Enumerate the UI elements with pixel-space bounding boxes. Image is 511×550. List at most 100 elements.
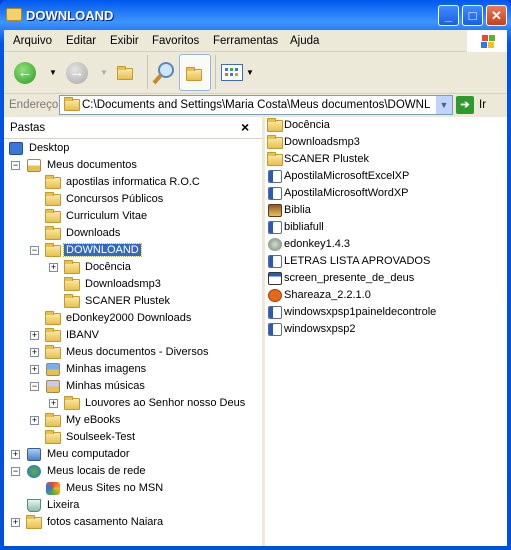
go-arrow-icon[interactable]: ➔ bbox=[456, 96, 474, 114]
folder-icon bbox=[26, 515, 42, 529]
address-value: C:\Documents and Settings\Maria Costa\Me… bbox=[82, 99, 430, 111]
tree-item[interactable]: Meus Sites no MSN bbox=[4, 480, 262, 497]
up-folder-button[interactable] bbox=[117, 66, 133, 80]
tree-item[interactable]: + Docência bbox=[4, 259, 262, 276]
folder-icon bbox=[45, 430, 61, 444]
tree-item[interactable]: Concursos Públicos bbox=[4, 191, 262, 208]
file-item[interactable]: edonkey1.4.3 bbox=[266, 236, 496, 253]
tree-item[interactable]: + Meu computador bbox=[4, 446, 262, 463]
folder-icon bbox=[64, 277, 80, 291]
word-doc-icon bbox=[267, 221, 283, 234]
search-button[interactable] bbox=[152, 61, 176, 85]
file-item[interactable]: Shareaza_2.2.1.0 bbox=[266, 287, 496, 304]
tree-item[interactable]: Lixeira bbox=[4, 497, 262, 514]
menu-ferramentas[interactable]: Ferramentas bbox=[213, 35, 278, 47]
address-input[interactable]: C:\Documents and Settings\Maria Costa\Me… bbox=[59, 95, 453, 115]
back-button[interactable]: ← bbox=[14, 62, 36, 84]
tree-item-label: Concursos Públicos bbox=[66, 193, 164, 205]
address-dropdown-icon[interactable]: ▼ bbox=[436, 96, 452, 114]
computer-icon bbox=[26, 448, 42, 461]
tree-item[interactable]: + fotos casamento Naiara bbox=[4, 514, 262, 531]
tree-item[interactable]: + Louvores ao Senhor nosso Deus bbox=[4, 395, 262, 412]
close-pane-button[interactable]: × bbox=[241, 119, 249, 135]
folders-pane: Pastas × Desktop − Meus documentos apostila… bbox=[4, 117, 262, 546]
tree-item[interactable]: apostilas informatica R.O.C bbox=[4, 174, 262, 191]
tree-item-label: Meus locais de rede bbox=[47, 465, 146, 477]
tree-item-label: Lixeira bbox=[47, 499, 80, 511]
forward-dropdown-icon[interactable]: ▼ bbox=[100, 68, 108, 77]
minimize-button[interactable]: _ bbox=[438, 5, 459, 26]
file-item[interactable]: Downloadsmp3 bbox=[266, 134, 496, 151]
expand-icon[interactable]: + bbox=[49, 263, 58, 272]
menu-arquivo[interactable]: Arquivo bbox=[13, 35, 52, 47]
tree-item[interactable]: Desktop bbox=[4, 140, 262, 157]
expand-icon[interactable]: + bbox=[11, 450, 20, 459]
menu-exibir[interactable]: Exibir bbox=[110, 35, 139, 47]
tree-item[interactable]: + Meus documentos - Diversos bbox=[4, 344, 262, 361]
maximize-button[interactable]: □ bbox=[462, 5, 483, 26]
tree-item-label: Downloadsmp3 bbox=[85, 278, 161, 290]
tree-item[interactable]: + My eBooks bbox=[4, 412, 262, 429]
tree-item[interactable]: Downloads bbox=[4, 225, 262, 242]
folder-icon bbox=[267, 135, 283, 149]
expand-icon[interactable]: + bbox=[30, 331, 39, 340]
tree-item[interactable]: SCANER Plustek bbox=[4, 293, 262, 310]
file-item[interactable]: ApostilaMicrosoftExcelXP bbox=[266, 168, 496, 185]
expand-icon[interactable]: + bbox=[30, 348, 39, 357]
expand-icon[interactable]: + bbox=[11, 518, 20, 527]
tree-item[interactable]: − Minhas músicas bbox=[4, 378, 262, 395]
go-button[interactable]: Ir bbox=[479, 99, 486, 111]
edonkey-icon bbox=[267, 238, 283, 251]
folder-icon bbox=[45, 345, 61, 359]
tree-item[interactable]: − Meus documentos bbox=[4, 157, 262, 174]
network-icon bbox=[26, 465, 42, 478]
expand-icon[interactable]: + bbox=[30, 365, 39, 374]
mymusic-icon bbox=[45, 380, 61, 393]
tree-item[interactable]: Downloadsmp3 bbox=[4, 276, 262, 293]
tree-item-label: Desktop bbox=[29, 142, 70, 154]
mypictures-icon bbox=[45, 363, 61, 376]
tree-item[interactable]: + IBANV bbox=[4, 327, 262, 344]
tree-item[interactable]: − Meus locais de rede bbox=[4, 463, 262, 480]
collapse-icon[interactable]: − bbox=[11, 161, 20, 170]
menu-ajuda[interactable]: Ajuda bbox=[290, 35, 319, 47]
file-item[interactable]: Biblia bbox=[266, 202, 496, 219]
tree-item[interactable]: − DOWNLOAND bbox=[4, 242, 262, 259]
forward-button[interactable]: → bbox=[66, 62, 88, 84]
file-item[interactable]: ApostilaMicrosoftWordXP bbox=[266, 185, 496, 202]
folder-icon bbox=[6, 8, 22, 21]
file-item[interactable]: SCANER Plustek bbox=[266, 151, 496, 168]
folders-button[interactable] bbox=[179, 54, 211, 91]
collapse-icon[interactable]: − bbox=[30, 246, 39, 255]
file-item-label: windowsxpsp2 bbox=[284, 323, 356, 335]
expand-icon[interactable]: + bbox=[49, 399, 58, 408]
file-item[interactable]: bibliafull bbox=[266, 219, 496, 236]
collapse-icon[interactable]: − bbox=[11, 467, 20, 476]
views-button[interactable] bbox=[221, 64, 243, 81]
tree-item-label: IBANV bbox=[66, 329, 100, 341]
file-item[interactable]: Docência bbox=[266, 117, 496, 134]
file-item[interactable]: windowsxpsp1paineldecontrole bbox=[266, 304, 496, 321]
word-doc-icon bbox=[267, 170, 283, 183]
file-item-label: ApostilaMicrosoftWordXP bbox=[284, 187, 409, 199]
tree-item[interactable]: Curriculum Vitae bbox=[4, 208, 262, 225]
back-dropdown-icon[interactable]: ▼ bbox=[49, 68, 57, 77]
menu-favoritos[interactable]: Favoritos bbox=[152, 35, 199, 47]
file-item-label: screen_presente_de_deus bbox=[284, 272, 415, 284]
expand-icon[interactable]: + bbox=[30, 416, 39, 425]
program-icon bbox=[267, 204, 283, 217]
file-item[interactable]: screen_presente_de_deus bbox=[266, 270, 496, 287]
word-doc-icon bbox=[267, 187, 283, 200]
menu-editar[interactable]: Editar bbox=[66, 35, 96, 47]
collapse-icon[interactable]: − bbox=[30, 382, 39, 391]
folders-pane-title: Pastas bbox=[10, 122, 46, 134]
tree-item[interactable]: eDonkey2000 Downloads bbox=[4, 310, 262, 327]
tree-item[interactable]: + Minhas imagens bbox=[4, 361, 262, 378]
file-item[interactable]: windowsxpsp2 bbox=[266, 321, 496, 338]
tree-item[interactable]: Soulseek-Test bbox=[4, 429, 262, 446]
close-button[interactable]: ✕ bbox=[486, 5, 507, 26]
views-dropdown-icon[interactable]: ▼ bbox=[246, 68, 254, 77]
file-item[interactable]: LETRAS LISTA APROVADOS bbox=[266, 253, 496, 270]
tree-item-label: SCANER Plustek bbox=[85, 295, 170, 307]
folder-icon bbox=[45, 413, 61, 427]
